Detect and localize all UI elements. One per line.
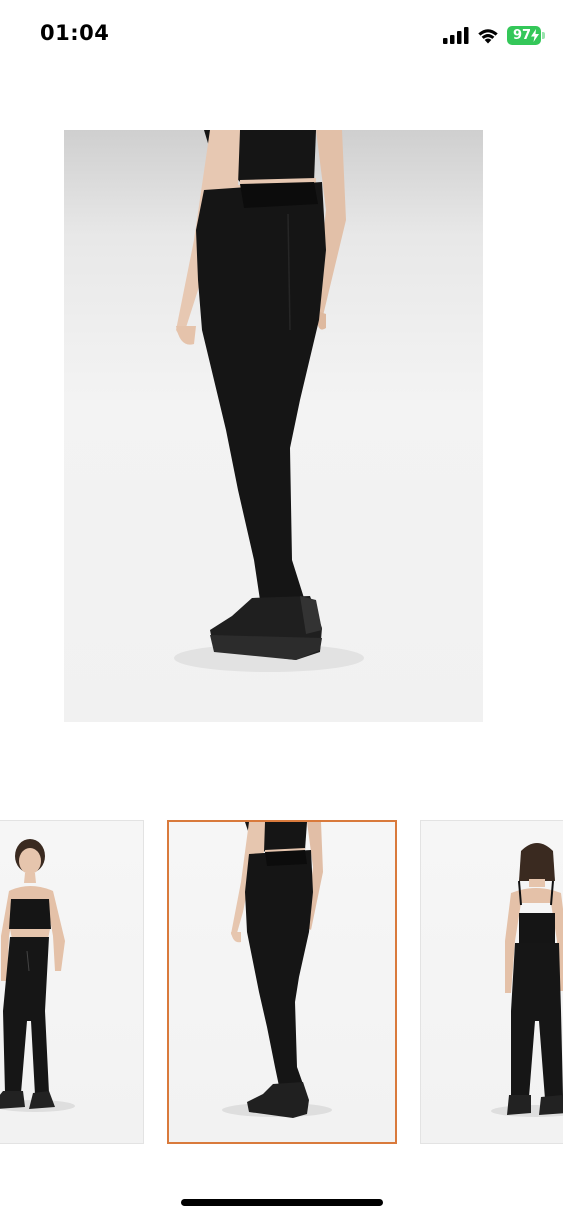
cellular-signal-icon [443, 26, 469, 44]
status-bar: 01:04 97 [0, 0, 563, 70]
thumbnail-rear-full-view[interactable] [420, 820, 563, 1144]
status-icons: 97 [443, 24, 545, 46]
wifi-icon [478, 29, 498, 44]
battery-icon: 97 [507, 25, 545, 45]
battery-level: 97 [512, 27, 532, 43]
thumbnail-back-view-selected[interactable] [167, 820, 397, 1144]
thumbnail-strip [0, 820, 563, 1146]
status-time: 01:04 [40, 21, 110, 45]
product-main-image[interactable] [64, 130, 483, 722]
battery-cap [542, 31, 545, 39]
home-indicator[interactable] [181, 1199, 383, 1206]
thumbnail-front-view[interactable] [0, 820, 144, 1144]
charging-bolt-icon [531, 28, 539, 42]
